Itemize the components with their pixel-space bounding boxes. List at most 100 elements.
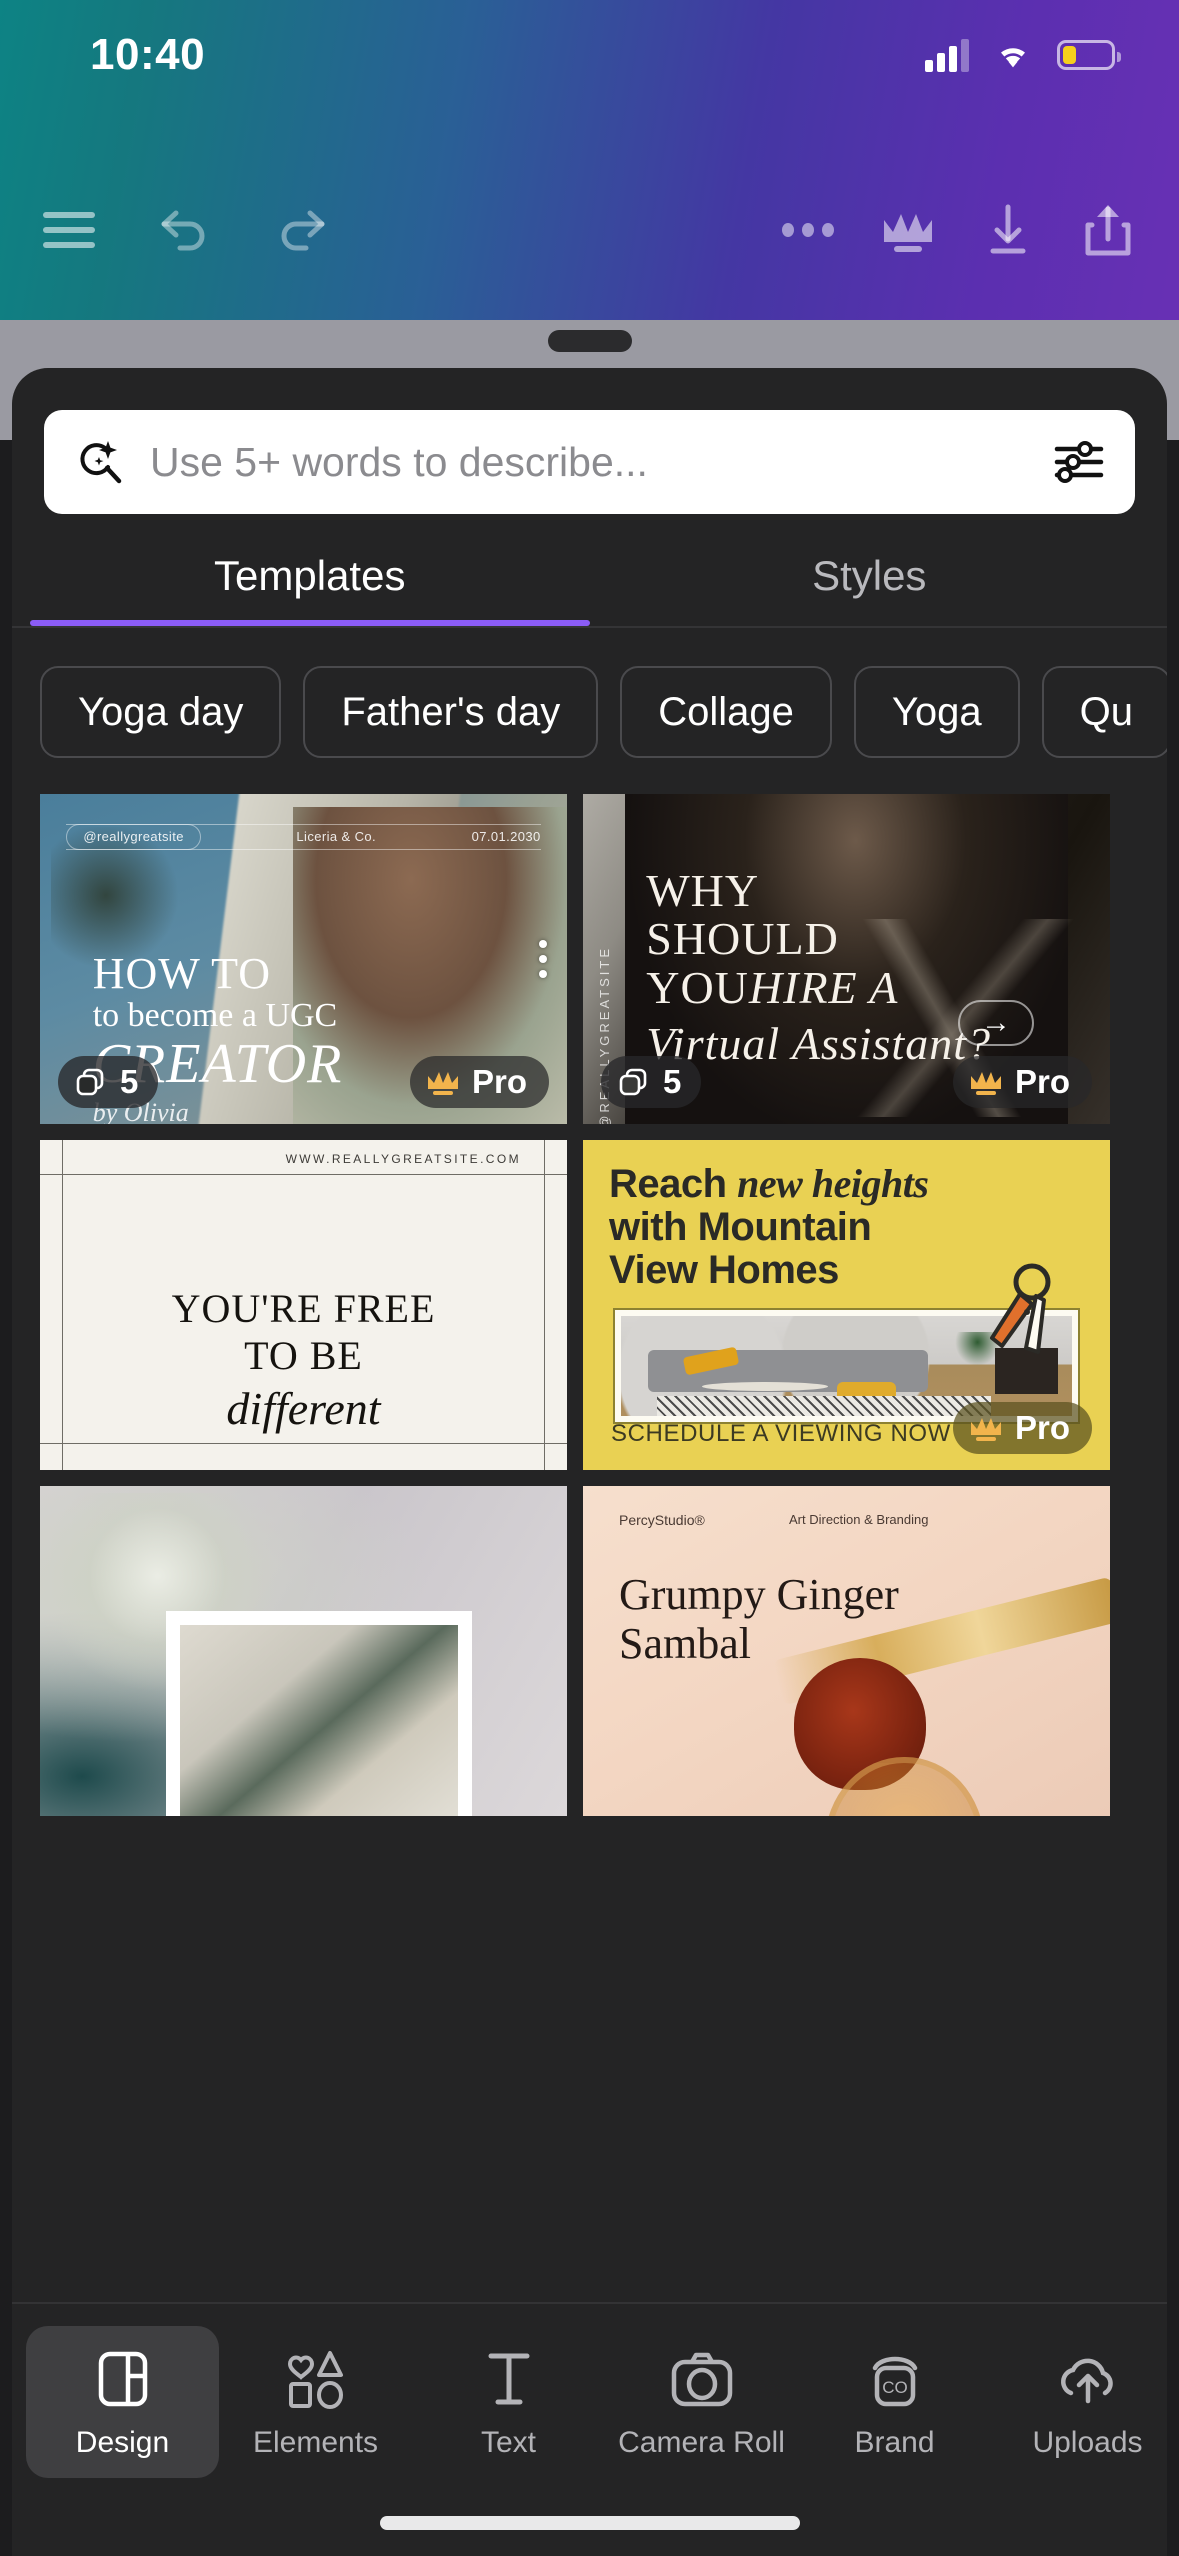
pro-badge: Pro <box>952 1056 1092 1108</box>
template-line-3b: HIRE A <box>748 962 899 1014</box>
pages-stack-icon <box>619 1068 647 1096</box>
template-role: Art Direction & Branding <box>789 1512 929 1527</box>
template-head-2: with Mountain <box>609 1205 872 1250</box>
tab-styles[interactable]: Styles <box>590 552 1150 626</box>
template-more-icon[interactable] <box>539 940 547 978</box>
template-line-1: HOW TO <box>92 949 272 999</box>
template-line-1: YOU'RE FREE <box>171 1286 436 1332</box>
template-head-1: Reach <box>609 1162 738 1206</box>
app-screen: 10:40 Use 5+ words to describe... Templa… <box>0 0 1179 2556</box>
crown-icon <box>970 1072 1001 1095</box>
template-website: WWW.REALLYGREATSITE.COM <box>285 1152 521 1166</box>
nav-item-uploads-label: Uploads <box>1032 2426 1143 2459</box>
template-header-strip: @reallygreatsite Liceria & Co. 07.01.203… <box>66 823 541 850</box>
brand-tag-icon: CO <box>867 2348 923 2410</box>
chip-label: Yoga day <box>78 689 244 734</box>
undo-icon[interactable] <box>142 187 228 273</box>
template-title-1: Grumpy Ginger <box>619 1570 899 1619</box>
nav-item-uploads[interactable]: Uploads <box>991 2326 1167 2478</box>
template-title-2: Sambal <box>619 1619 751 1669</box>
nav-item-camera-roll-label: Camera Roll <box>618 2426 785 2459</box>
category-chips[interactable]: Yoga day Father's day Collage Yoga Qu <box>12 628 1167 758</box>
template-line-1: WHY <box>646 864 760 916</box>
chip-label: Qu <box>1079 689 1133 734</box>
tab-templates[interactable]: Templates <box>30 552 590 626</box>
template-handle: @reallygreatsite <box>83 829 184 845</box>
download-icon[interactable] <box>965 187 1051 273</box>
search-input[interactable]: Use 5+ words to describe... <box>44 410 1135 514</box>
template-line-3: different <box>226 1382 381 1434</box>
template-card-mountain-view-homes[interactable]: Reach new heights with Mountain View Hom… <box>583 1140 1110 1470</box>
template-artwork: WWW.REALLYGREATSITE.COM YOU'RE FREE TO B… <box>40 1140 567 1470</box>
template-next-arrow-button[interactable]: → <box>958 1000 1034 1046</box>
template-cta: SCHEDULE A VIEWING NOW <box>611 1420 951 1447</box>
wifi-icon <box>1001 48 1025 68</box>
templates-bottom-sheet: Use 5+ words to describe... Templates St… <box>12 368 1167 2556</box>
magic-search-icon <box>80 441 122 484</box>
template-line-3a: YOU <box>646 962 749 1014</box>
chip-label: Yoga <box>891 689 982 734</box>
shapes-icon <box>285 2348 347 2410</box>
nav-item-elements[interactable]: Elements <box>219 2326 412 2478</box>
template-card-ugc-creator[interactable]: @reallygreatsite Liceria & Co. 07.01.203… <box>40 794 567 1124</box>
template-card-virtual-assistant[interactable]: @REALLYGREATSITE WHY SHOULD YOUHIRE A Vi… <box>583 794 1110 1124</box>
more-options-icon[interactable] <box>765 187 851 273</box>
crown-pro-icon[interactable] <box>865 187 951 273</box>
house-keys-icon <box>990 1263 1051 1354</box>
template-card-youre-free[interactable]: WWW.REALLYGREATSITE.COM YOU'RE FREE TO B… <box>40 1140 567 1470</box>
template-artwork <box>40 1486 567 1816</box>
upload-cloud-icon <box>1057 2348 1119 2410</box>
cellular-signal-icon <box>925 38 969 72</box>
template-card-soft-flowers-frame[interactable] <box>40 1486 567 1816</box>
page-count-badge: 5 <box>58 1056 159 1108</box>
pro-badge-label: Pro <box>471 1063 527 1100</box>
template-line-2: TO BE <box>244 1333 363 1379</box>
text-t-icon <box>481 2348 537 2410</box>
chip-qu-truncated[interactable]: Qu <box>1041 666 1167 758</box>
filter-sliders-icon[interactable] <box>1051 436 1107 488</box>
pro-badge: Pro <box>409 1056 549 1108</box>
nav-item-design-label: Design <box>75 2426 170 2459</box>
home-indicator <box>379 2516 800 2530</box>
template-line-2: to become a UGC <box>92 997 338 1035</box>
template-brand: Liceria & Co. <box>296 829 377 845</box>
chip-collage[interactable]: Collage <box>620 666 832 758</box>
status-time: 10:40 <box>90 30 206 79</box>
chip-label: Collage <box>658 689 794 734</box>
template-grid: @reallygreatsite Liceria & Co. 07.01.203… <box>12 758 1167 1816</box>
search-section: Use 5+ words to describe... <box>12 368 1167 514</box>
tab-templates-label: Templates <box>214 552 406 599</box>
hamburger-menu-icon[interactable] <box>26 187 112 273</box>
template-card-grumpy-ginger-sambal[interactable]: PercyStudio® Art Direction & Branding Gr… <box>583 1486 1110 1816</box>
status-icons <box>925 38 1121 72</box>
pro-badge-label: Pro <box>1014 1063 1070 1100</box>
template-head-italic: new heights <box>737 1161 929 1206</box>
nav-item-brand-label: Brand <box>854 2426 935 2459</box>
share-icon[interactable] <box>1065 187 1151 273</box>
arrow-right-icon: → <box>981 1006 1011 1039</box>
battery-low-icon <box>1057 40 1121 70</box>
template-brand: PercyStudio® <box>619 1512 705 1528</box>
page-count-badge: 5 <box>601 1056 702 1108</box>
status-bar: 10:40 <box>0 0 1179 110</box>
page-count-value: 5 <box>663 1063 682 1100</box>
chip-fathers-day[interactable]: Father's day <box>303 666 599 758</box>
pro-badge: Pro <box>952 1402 1092 1454</box>
crown-icon <box>427 1072 458 1095</box>
chip-label: Father's day <box>341 689 561 734</box>
nav-item-design[interactable]: Design <box>26 2326 219 2478</box>
chip-yoga[interactable]: Yoga <box>853 666 1020 758</box>
sheet-drag-handle[interactable] <box>547 330 632 352</box>
editor-toolbar <box>0 175 1179 285</box>
chip-yoga-day[interactable]: Yoga day <box>40 666 282 758</box>
sheet-tabs: Templates Styles <box>12 552 1167 626</box>
nav-item-text[interactable]: Text <box>412 2326 605 2478</box>
nav-item-brand[interactable]: CO Brand <box>798 2326 991 2478</box>
nav-item-elements-label: Elements <box>252 2426 379 2459</box>
search-placeholder: Use 5+ words to describe... <box>150 438 648 485</box>
nav-item-camera-roll[interactable]: Camera Roll <box>605 2326 798 2478</box>
tab-styles-label: Styles <box>812 552 927 599</box>
pro-badge-label: Pro <box>1014 1409 1070 1446</box>
camera-icon <box>669 2348 735 2410</box>
redo-icon[interactable] <box>258 187 344 273</box>
